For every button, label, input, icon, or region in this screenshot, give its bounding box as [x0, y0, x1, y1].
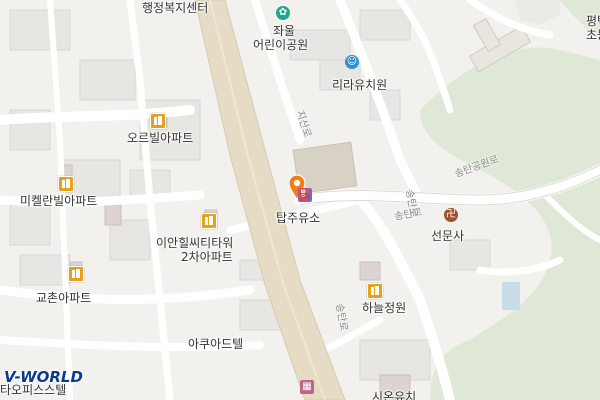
label-top-right-line2: 초등: [586, 28, 600, 42]
label-seonunsa: 선문사: [431, 229, 465, 243]
apartment-icon: [68, 266, 84, 282]
label-welfare-center: 행정복지센터: [142, 1, 209, 15]
label-children-park-line1: 좌울: [273, 24, 296, 38]
temple-icon: 卍: [444, 208, 458, 222]
label-mikelan-apartment: 미켈란빌아파트: [20, 194, 98, 208]
label-gas-station: 탑주유소: [276, 211, 321, 225]
gas-station-icon: ⛽: [298, 188, 312, 202]
apartment-icon: [201, 213, 217, 229]
vworld-logo: V-WORLD: [4, 368, 83, 386]
building-icon: ▦: [300, 380, 314, 394]
apartment-icon: [150, 113, 166, 129]
label-ian-line1: 이안힐씨티타워: [156, 236, 234, 250]
label-bottom-partial: 시온유치: [372, 390, 417, 400]
park-icon: ✿: [276, 6, 290, 20]
apartment-icon: [367, 283, 383, 299]
label-kindergarten: 리라유치원: [332, 78, 388, 92]
label-children-park-line2: 어린이공원: [253, 38, 309, 52]
kindergarten-icon: ☺: [345, 55, 359, 69]
apartment-icon: [58, 176, 74, 192]
label-top-right-line1: 평택: [586, 14, 600, 28]
map-view[interactable]: ✿ ☺ 卍 ▦ ⛽ 행정복지센터 좌울 어린이공원 리라유치원 오르빌아파트 미…: [0, 0, 600, 400]
label-aquad-tel: 아쿠아드텔: [188, 337, 244, 351]
label-ian-line2: 2차아파트: [181, 250, 233, 264]
label-haneul-garden: 하늘정원: [362, 301, 407, 315]
label-orbil-apartment: 오르빌아파트: [127, 131, 194, 145]
label-gyochon-apartment: 교촌아파트: [36, 291, 92, 305]
